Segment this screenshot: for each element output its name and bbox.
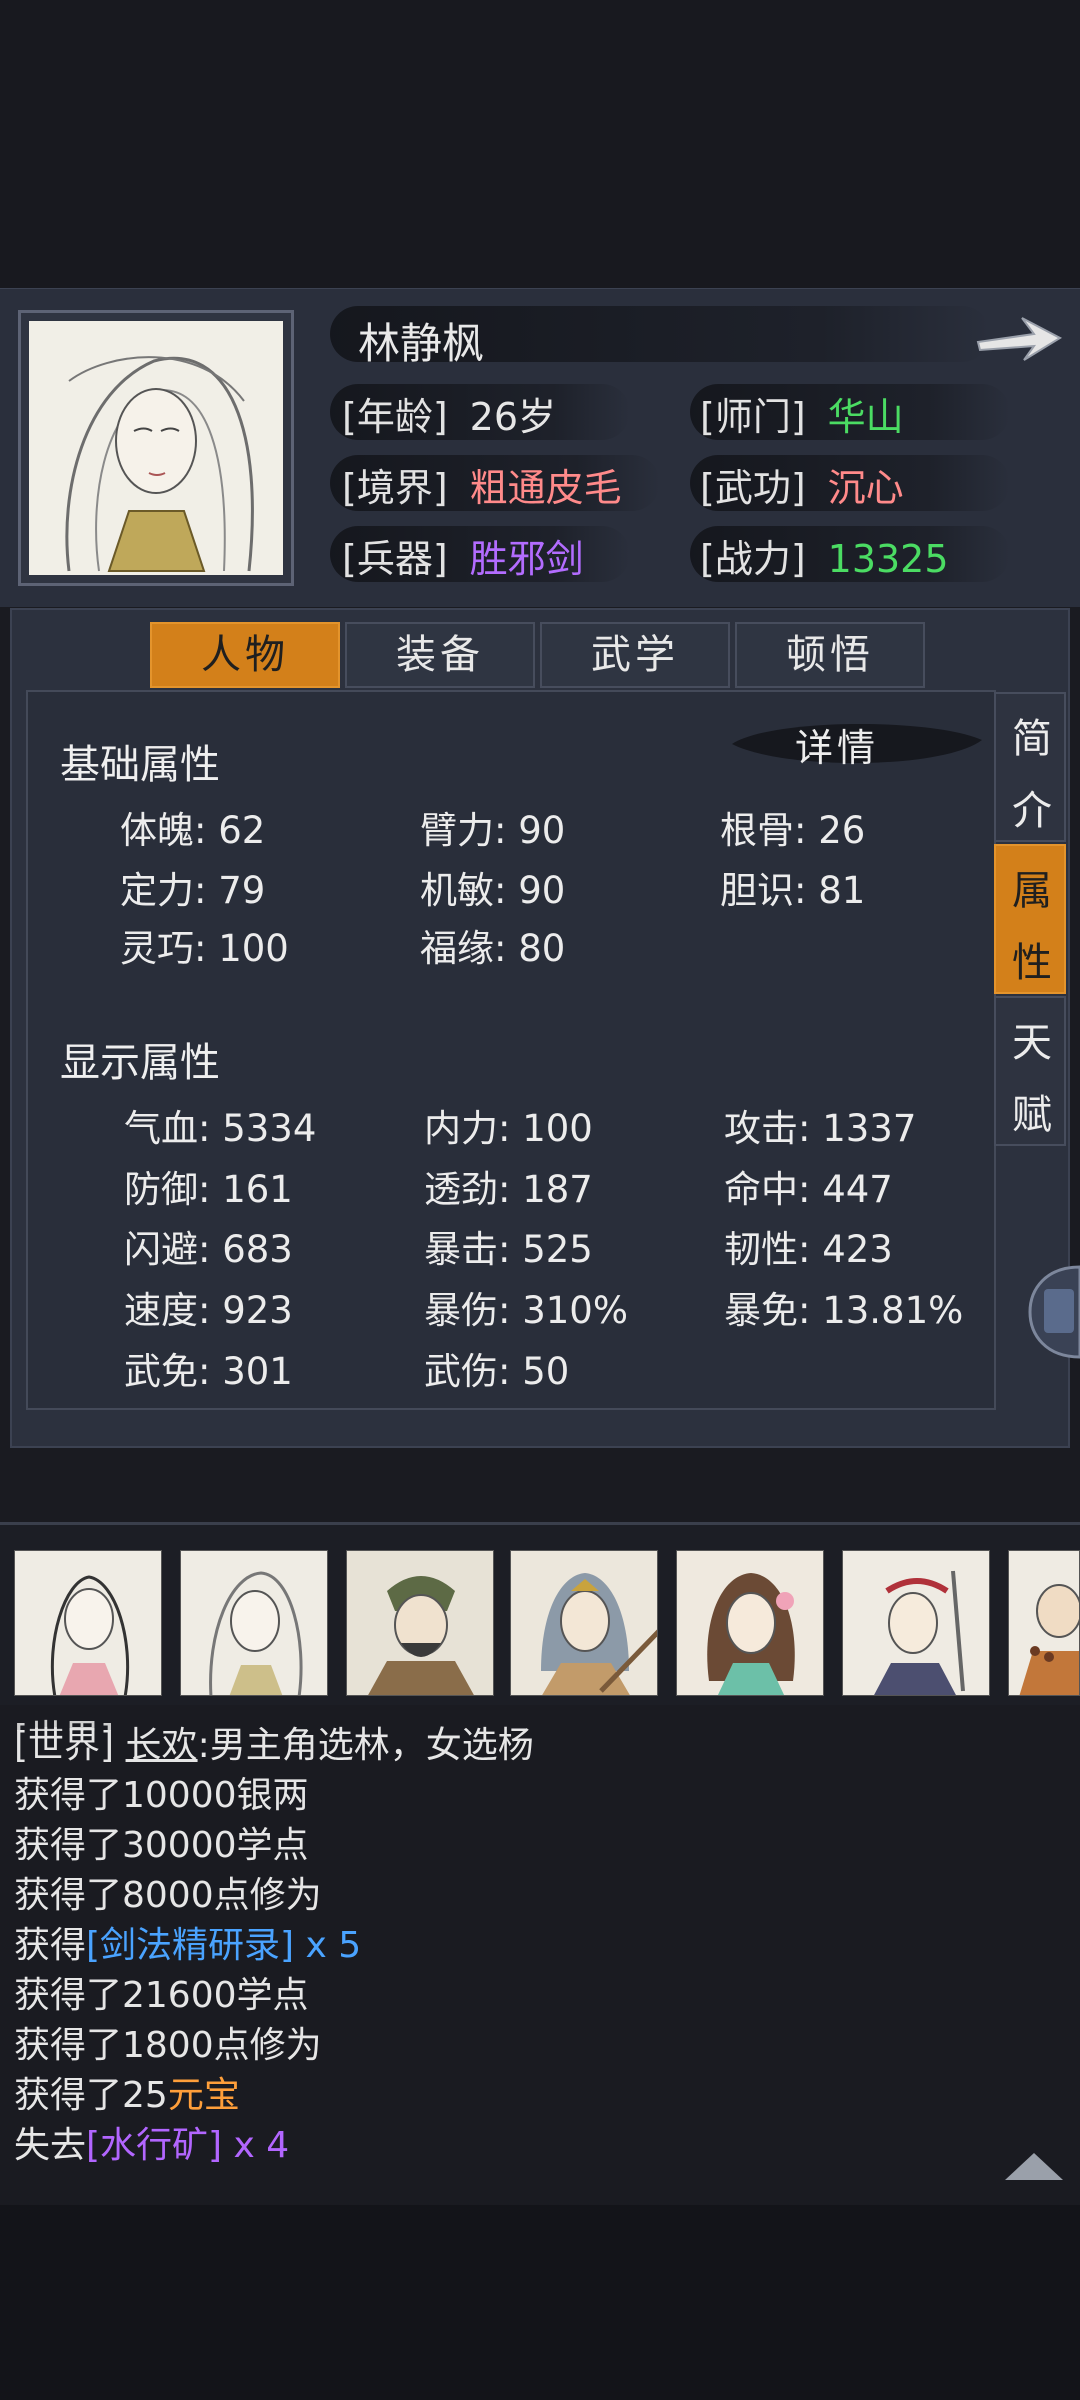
log-line-5-prefix: 获得 — [14, 1925, 87, 1966]
realm-row: [境界] 粗通皮毛 — [342, 457, 622, 512]
side-tab-attributes-char2: 性 — [1012, 940, 1052, 986]
tab-equipment[interactable]: 装备 — [345, 622, 535, 688]
floating-menu-icon[interactable] — [1028, 1265, 1080, 1359]
log-line-8: 获得了25元宝 — [14, 2066, 240, 2118]
display-attributes-title: 显示属性 — [60, 1040, 220, 1086]
roster-portrait-7[interactable] — [1008, 1550, 1080, 1696]
martial-value[interactable]: 沉心 — [828, 466, 904, 510]
stat-dexterity: 灵巧: 100 — [120, 927, 289, 970]
character-portrait — [29, 321, 283, 575]
stat-agility: 机敏: 90 — [420, 869, 566, 912]
roster-portrait-2[interactable] — [180, 1550, 328, 1696]
roster-portrait-3[interactable] — [346, 1550, 494, 1696]
power-row: [战力] 13325 — [700, 528, 949, 583]
side-tab-intro-char1: 简 — [1012, 716, 1052, 762]
realm-label: [境界] — [342, 466, 448, 510]
side-tab-attributes-char1: 属 — [1012, 868, 1052, 914]
stat-arm-strength: 臂力: 90 — [420, 809, 566, 852]
age-label: [年龄] — [342, 395, 448, 439]
name-banner: 林静枫 — [330, 304, 1020, 368]
log-line-7: 获得了1800点修为 — [14, 2025, 322, 2066]
stat-accuracy: 命中: 447 — [724, 1168, 893, 1211]
tab-martial-arts[interactable]: 武学 — [540, 622, 730, 688]
log-line-9-prefix: 失去 — [14, 2125, 87, 2166]
basic-attributes-title: 基础属性 — [60, 742, 220, 788]
next-character-arrow-icon[interactable] — [972, 304, 1064, 370]
log-item-sword-manual[interactable]: [剑法精研录] x 5 — [86, 1925, 361, 1966]
bottom-blank-area — [0, 2205, 1080, 2400]
details-button[interactable]: 详情 — [795, 717, 879, 772]
roster-portrait-1[interactable] — [14, 1550, 162, 1696]
log-user-name[interactable]: 长欢 — [126, 1725, 198, 1766]
character-name: 林静枫 — [358, 319, 485, 368]
stat-martial-resist: 武免: 301 — [124, 1350, 293, 1393]
realm-value: 粗通皮毛 — [469, 466, 622, 510]
roster-portrait-5[interactable] — [676, 1550, 824, 1696]
stat-crit-damage: 暴伤: 310% — [424, 1289, 629, 1332]
log-item-water-ore[interactable]: [水行矿] x 4 — [86, 2125, 289, 2166]
log-line-5: 获得[剑法精研录] x 5 — [14, 1916, 361, 1968]
stat-inner-power: 内力: 100 — [424, 1107, 593, 1150]
side-tab-talent-char2: 赋 — [1012, 1092, 1052, 1138]
portrait-frame[interactable] — [18, 310, 294, 586]
stat-hp: 气血: 5334 — [124, 1107, 317, 1150]
age-value: 26岁 — [469, 395, 557, 439]
weapon-label: [兵器] — [342, 537, 448, 581]
martial-label: [武功] — [700, 466, 806, 510]
stat-dodge: 闪避: 683 — [124, 1228, 293, 1271]
log-line-6: 获得了21600学点 — [14, 1975, 309, 2016]
stat-courage: 胆识: 81 — [720, 869, 866, 912]
tab-enlightenment[interactable]: 顿悟 — [735, 622, 925, 688]
stat-defense: 防御: 161 — [124, 1168, 293, 1211]
stat-focus: 定力: 79 — [120, 869, 266, 912]
side-tab-talent[interactable]: 天 赋 — [994, 996, 1066, 1146]
side-tab-intro[interactable]: 简 介 — [994, 692, 1066, 842]
roster-portrait-6[interactable] — [842, 1550, 990, 1696]
age-row: [年龄] 26岁 — [342, 386, 556, 441]
sect-value: 华山 — [827, 395, 904, 439]
log-item-ingot[interactable]: 元宝 — [168, 2075, 240, 2116]
stat-penetration: 透劲: 187 — [424, 1168, 593, 1211]
log-channel-tag[interactable]: [世界] — [14, 1725, 114, 1766]
log-line-1: [世界] 长欢:男主角选林，女选杨 — [14, 1716, 534, 1768]
side-tab-attributes[interactable]: 属 性 — [994, 844, 1066, 994]
stat-crit: 暴击: 525 — [424, 1228, 593, 1271]
log-line-3: 获得了30000学点 — [14, 1825, 309, 1866]
side-tab-talent-char1: 天 — [1012, 1020, 1052, 1066]
stat-toughness: 韧性: 423 — [724, 1228, 893, 1271]
martial-row: [武功] 沉心 — [700, 457, 904, 512]
weapon-value[interactable]: 胜邪剑 — [470, 537, 584, 581]
sect-row: [师门] 华山 — [700, 386, 904, 441]
log-message: :男主角选林，女选杨 — [197, 1725, 534, 1766]
scroll-up-icon[interactable] — [1003, 2150, 1065, 2182]
top-blank-area — [0, 0, 1080, 288]
power-label: [战力] — [700, 537, 806, 581]
weapon-row: [兵器] 胜邪剑 — [342, 528, 584, 583]
log-line-2: 获得了10000银两 — [14, 1775, 309, 1816]
stat-fortune: 福缘: 80 — [420, 927, 566, 970]
stat-speed: 速度: 923 — [124, 1289, 293, 1332]
side-tab-intro-char2: 介 — [1012, 788, 1052, 834]
stat-physique: 体魄: 62 — [120, 809, 266, 852]
stat-attack: 攻击: 1337 — [724, 1107, 917, 1150]
stat-crit-resist: 暴免: 13.81% — [724, 1289, 964, 1332]
sect-label: [师门] — [700, 395, 806, 439]
roster-portrait-4[interactable] — [510, 1550, 658, 1696]
tab-character[interactable]: 人物 — [150, 622, 340, 688]
log-line-9: 失去[水行矿] x 4 — [14, 2116, 289, 2168]
log-line-4: 获得了8000点修为 — [14, 1875, 322, 1916]
power-value: 13325 — [827, 537, 949, 581]
stat-bone: 根骨: 26 — [720, 809, 866, 852]
log-line-8-prefix: 获得了25 — [14, 2075, 168, 2116]
stat-martial-damage: 武伤: 50 — [424, 1350, 570, 1393]
